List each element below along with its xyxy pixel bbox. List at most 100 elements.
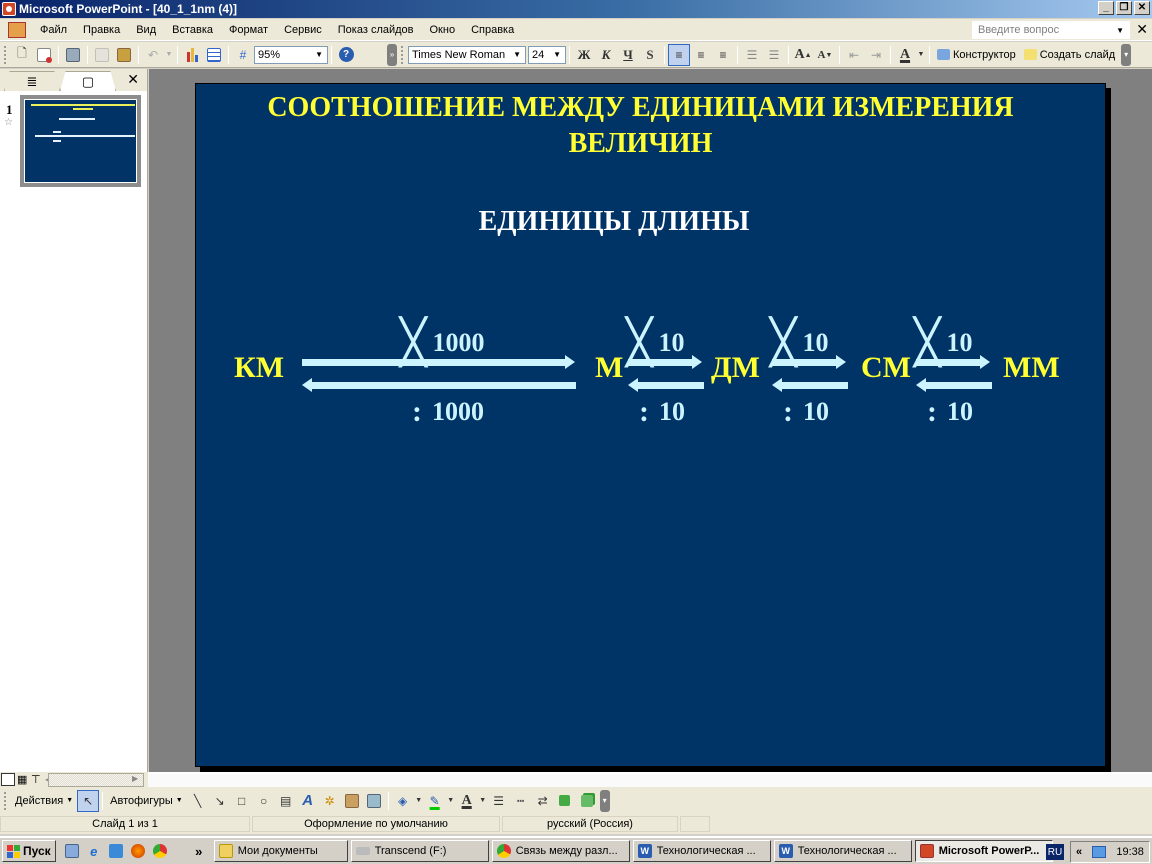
minimize-button[interactable]: _	[1098, 1, 1114, 15]
insert-table-icon[interactable]	[203, 44, 225, 66]
menu-edit[interactable]: Правка	[75, 24, 128, 36]
chevron-down-icon[interactable]: ▼	[1116, 26, 1124, 35]
task-chrome[interactable]: Связь между разл...	[491, 840, 630, 862]
slide-title[interactable]: СООТНОШЕНИЕ МЕЖДУ ЕДИНИЦАМИ ИЗМЕРЕНИЯ ВЕ…	[196, 90, 1105, 162]
decrease-font-icon[interactable]: A ▼	[814, 44, 836, 66]
line-color-icon[interactable]: ✎	[424, 790, 446, 812]
notes-pane[interactable]	[148, 772, 1152, 787]
paste-icon[interactable]	[113, 44, 135, 66]
diagram-icon[interactable]: ✲	[319, 790, 341, 812]
tray-expand-button[interactable]: «	[1076, 846, 1082, 858]
start-button[interactable]: Пуск	[2, 840, 56, 862]
language-indicator[interactable]: RU	[1046, 844, 1064, 860]
task-word-2[interactable]: W Технологическая ...	[773, 840, 912, 862]
normal-view-icon[interactable]	[1, 773, 15, 786]
ask-question-input[interactable]: Введите вопрос ▼	[972, 21, 1130, 39]
close-document-button[interactable]: ✕	[1136, 21, 1148, 37]
slide[interactable]: СООТНОШЕНИЕ МЕЖДУ ЕДИНИЦАМИ ИЗМЕРЕНИЯ ВЕ…	[195, 83, 1106, 767]
toolbar-options-button[interactable]: »	[387, 43, 397, 66]
close-panel-button[interactable]: ✕	[127, 71, 139, 88]
quicklaunch-firefox-icon[interactable]	[128, 841, 148, 861]
oval-icon[interactable]: ○	[253, 790, 275, 812]
rectangle-icon[interactable]: □	[231, 790, 253, 812]
menu-window[interactable]: Окно	[422, 24, 464, 36]
help-icon[interactable]: ?	[335, 44, 357, 66]
clipart-icon[interactable]	[341, 790, 363, 812]
task-my-documents[interactable]: Мои документы	[213, 840, 348, 862]
menu-format[interactable]: Формат	[221, 24, 276, 36]
arrow-icon[interactable]: ↘	[209, 790, 231, 812]
slideshow-view-icon[interactable]: ⊤	[31, 773, 45, 786]
toolbar-grip[interactable]	[4, 45, 7, 64]
document-icon[interactable]	[8, 21, 26, 38]
line-style-icon[interactable]: ☰	[488, 790, 510, 812]
numbered-list-icon[interactable]: ☰	[741, 44, 763, 66]
font-color-icon[interactable]: A	[456, 790, 478, 812]
bulleted-list-icon[interactable]: ☰	[763, 44, 785, 66]
toolbar-options-button[interactable]: ▾	[1121, 43, 1132, 66]
menu-help[interactable]: Справка	[463, 24, 522, 36]
fill-color-dropdown-icon[interactable]: ▼	[414, 790, 424, 812]
quicklaunch-app-icon[interactable]	[106, 841, 126, 861]
clock[interactable]: 19:38	[1116, 846, 1144, 858]
decrease-indent-icon[interactable]: ⇤	[843, 44, 865, 66]
menu-insert[interactable]: Вставка	[164, 24, 221, 36]
wordart-icon[interactable]: A	[297, 790, 319, 812]
italic-button[interactable]: К	[595, 44, 617, 66]
autoshapes-menu[interactable]: Автофигуры ▼	[106, 795, 187, 807]
tab-slides[interactable]: ▢	[60, 71, 116, 91]
undo-icon[interactable]: ↶	[142, 44, 164, 66]
close-button[interactable]: ✕	[1134, 1, 1150, 15]
arrow-style-icon[interactable]: ⇄	[532, 790, 554, 812]
font-color-dropdown-icon[interactable]: ▼	[916, 44, 926, 66]
toolbar-grip[interactable]	[401, 45, 404, 64]
quicklaunch-chrome-icon[interactable]	[150, 841, 170, 861]
permission-icon[interactable]	[33, 44, 55, 66]
toolbar-grip[interactable]	[4, 791, 7, 810]
chevron-down-icon[interactable]: ▼	[313, 50, 325, 59]
font-select[interactable]: Times New Roman ▼	[408, 45, 526, 64]
menu-slideshow[interactable]: Показ слайдов	[330, 24, 422, 36]
font-size-select[interactable]: 24 ▼	[528, 45, 566, 64]
grid-icon[interactable]: #	[232, 44, 254, 66]
quicklaunch-desktop-icon[interactable]	[62, 841, 82, 861]
chevron-down-icon[interactable]: ▼	[511, 50, 523, 59]
align-center-icon[interactable]: ≡	[690, 44, 712, 66]
dash-style-icon[interactable]: ┅	[510, 790, 532, 812]
line-icon[interactable]: ╲	[187, 790, 209, 812]
undo-dropdown-icon[interactable]: ▼	[164, 44, 174, 66]
menu-view[interactable]: Вид	[128, 24, 164, 36]
toolbar-options-button[interactable]: ▾	[599, 789, 610, 812]
increase-font-icon[interactable]: A ▲	[792, 44, 814, 66]
zoom-select[interactable]: 95% ▼	[254, 45, 328, 64]
shadow-style-icon[interactable]	[554, 790, 576, 812]
slide-thumbnail[interactable]	[20, 95, 141, 187]
new-document-icon[interactable]: 🗋	[11, 44, 33, 66]
line-color-dropdown-icon[interactable]: ▼	[446, 790, 456, 812]
network-icon[interactable]	[1092, 846, 1107, 858]
chevron-down-icon[interactable]: ▼	[551, 50, 563, 59]
fill-color-icon[interactable]: ◈	[392, 790, 414, 812]
quicklaunch-ie-icon[interactable]: e	[84, 841, 104, 861]
textbox-icon[interactable]: ▤	[275, 790, 297, 812]
font-color-icon[interactable]: A	[894, 44, 916, 66]
slide-sorter-view-icon[interactable]: ▦	[17, 773, 31, 786]
insert-picture-icon[interactable]	[363, 790, 385, 812]
3d-style-icon[interactable]	[576, 790, 598, 812]
copy-icon[interactable]	[91, 44, 113, 66]
task-powerpoint[interactable]: Microsoft PowerP...	[914, 840, 1053, 862]
task-transcend-drive[interactable]: Transcend (F:)	[350, 840, 489, 862]
shadow-button[interactable]: S	[639, 44, 661, 66]
tab-outline[interactable]: ≣	[4, 71, 60, 91]
print-icon[interactable]	[62, 44, 84, 66]
align-left-icon[interactable]: ≡	[668, 43, 690, 66]
font-color-dropdown-icon[interactable]: ▼	[478, 790, 488, 812]
new-slide-button[interactable]: Создать слайд	[1020, 49, 1119, 61]
bold-button[interactable]: Ж	[573, 44, 595, 66]
menu-tools[interactable]: Сервис	[276, 24, 330, 36]
designer-button[interactable]: Конструктор	[933, 49, 1020, 61]
scroll-right-icon[interactable]: ▶	[132, 774, 138, 783]
menu-file[interactable]: Файл	[32, 24, 75, 36]
insert-chart-icon[interactable]	[181, 44, 203, 66]
underline-button[interactable]: Ч	[617, 44, 639, 66]
